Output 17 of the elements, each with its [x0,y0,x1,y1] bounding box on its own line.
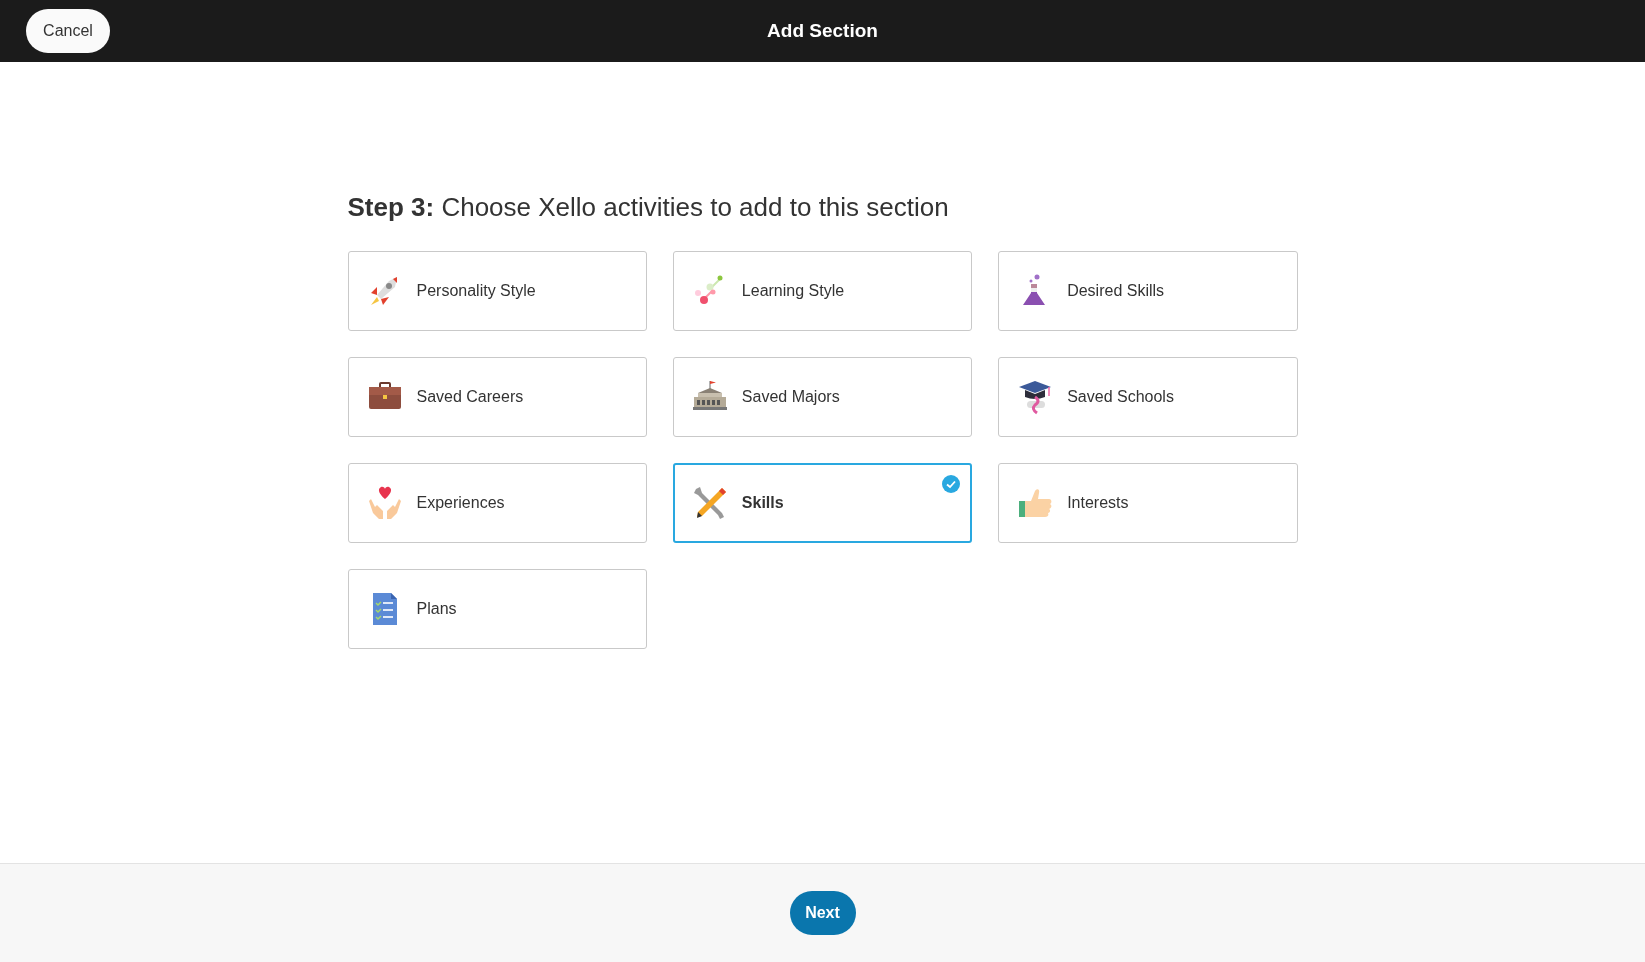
check-circle-icon [942,475,961,493]
activity-card[interactable]: Plans [347,569,647,649]
step-heading: Step 3: Choose Xello activities to add to this section [347,192,950,223]
activity-card[interactable]: Experiences [347,463,647,543]
activity-card[interactable]: Saved Schools [998,357,1298,437]
next-button[interactable]: Next [789,891,856,935]
activity-card[interactable]: Learning Style [672,251,973,331]
activity-card[interactable]: Saved Majors [672,357,973,437]
page-title: Add Section [767,20,878,42]
activity-card[interactable]: Skills [672,463,973,543]
wrench-and-pencil-icon [691,485,728,521]
activity-card[interactable]: Personality Style [347,251,647,331]
cancel-button[interactable]: Cancel [26,9,110,53]
activity-card[interactable]: Saved Careers [347,357,647,437]
activity-card[interactable]: Interests [998,463,1298,543]
heart-hands-icon [366,485,403,521]
activity-card[interactable]: Desired Skills [998,251,1298,331]
